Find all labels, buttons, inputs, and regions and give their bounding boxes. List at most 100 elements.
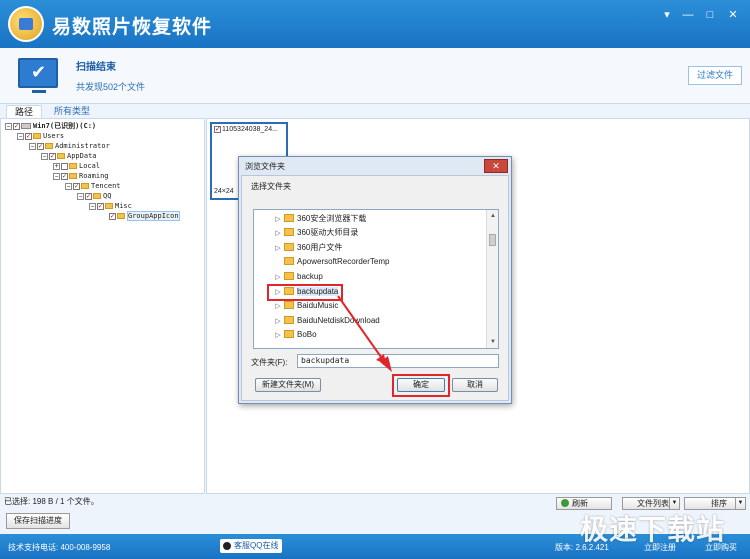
tree-item-label: QQ: [103, 192, 112, 200]
folder-item[interactable]: ▷ BaiduMusic: [274, 299, 338, 313]
support-phone: 技术支持电话: 400-008-9958: [8, 543, 111, 552]
folder-item[interactable]: ▷ backup: [274, 270, 323, 284]
collapse-icon[interactable]: −: [41, 152, 48, 160]
watermark: 极速下载站: [580, 514, 726, 545]
tree-item[interactable]: ✓ GroupAppIcon: [109, 211, 180, 221]
minimize-button[interactable]: —: [681, 8, 695, 22]
checkbox[interactable]: ✓: [61, 172, 68, 180]
expand-arrow-icon[interactable]: ▷: [274, 227, 282, 241]
dialog-close-button[interactable]: ✕: [484, 159, 508, 173]
collapse-icon[interactable]: −: [5, 122, 12, 130]
folder-icon: [284, 228, 294, 236]
tree-item-label: AppData: [67, 152, 97, 160]
collapse-icon[interactable]: −: [65, 182, 72, 190]
title-bar: 易数照片恢复软件 ▾ — □ ✕: [0, 0, 750, 48]
scroll-down-icon[interactable]: ▼: [487, 336, 498, 348]
collapse-icon[interactable]: −: [29, 142, 36, 150]
checkbox[interactable]: ✓: [49, 152, 56, 160]
tree-item[interactable]: − ✓ AppData: [41, 151, 97, 161]
collapse-icon[interactable]: −: [17, 132, 24, 140]
checkbox[interactable]: ✓: [97, 202, 104, 210]
checkbox[interactable]: ✓: [13, 122, 20, 130]
cancel-button[interactable]: 取消: [452, 378, 498, 392]
checkbox[interactable]: ✓: [37, 142, 44, 150]
folder-icon: [69, 163, 77, 169]
collapse-icon[interactable]: −: [89, 202, 96, 210]
folder-item-label: 360驱动大师目录: [297, 228, 359, 237]
tree-item[interactable]: − ✓ Win7(已识别)(C:): [5, 121, 96, 131]
expand-arrow-icon[interactable]: ▷: [274, 329, 282, 343]
folder-icon: [284, 330, 294, 338]
checkbox[interactable]: ✓: [73, 182, 80, 190]
collapse-icon[interactable]: −: [77, 192, 84, 200]
folder-icon: [57, 153, 65, 159]
folder-item[interactable]: ▷ BaiduNetdiskDownload: [274, 314, 380, 328]
file-list-label: 文件列表: [637, 499, 669, 508]
folder-name-input[interactable]: backupdata: [297, 354, 499, 368]
folder-item-label: ApowersoftRecorderTemp: [297, 257, 390, 266]
view-tabs: 路径 所有类型: [0, 104, 750, 118]
menu-dropdown-icon[interactable]: ▾: [660, 8, 674, 22]
scroll-up-icon[interactable]: ▲: [487, 210, 498, 222]
qq-support-button[interactable]: 客服QQ在线: [220, 539, 282, 553]
checkbox[interactable]: ✓: [109, 212, 116, 220]
expand-arrow-icon[interactable]: ▷: [274, 315, 282, 329]
tree-item[interactable]: − ✓ Misc: [89, 201, 132, 211]
save-scan-progress-button[interactable]: 保存扫描进度: [6, 513, 70, 529]
tree-item[interactable]: − ✓ QQ: [77, 191, 111, 201]
tree-item-label: Local: [79, 162, 101, 170]
monitor-check-icon: ✔: [18, 58, 58, 88]
maximize-button[interactable]: □: [703, 8, 717, 22]
expand-arrow-icon[interactable]: ▷: [274, 242, 282, 256]
folder-item-label: 360用户文件: [297, 243, 343, 252]
checkbox[interactable]: ✓: [25, 132, 32, 140]
folder-list[interactable]: ▷ 360安全浏览器下载 ▷ 360驱动大师目录 ▷ 360用户文件 Apowerso…: [253, 209, 499, 349]
tree-item[interactable]: − ✓ Roaming: [53, 171, 109, 181]
folder-item[interactable]: ▷ 360用户文件: [274, 241, 342, 255]
tab-path[interactable]: 路径: [6, 105, 43, 118]
thumbnail-dimensions: 24×24: [214, 188, 234, 195]
filter-files-button[interactable]: 过滤文件: [688, 66, 742, 85]
tree-item-label: Users: [43, 132, 65, 140]
expand-arrow-icon[interactable]: ▷: [274, 213, 282, 227]
checkbox[interactable]: ✓: [85, 192, 92, 200]
folder-icon: [117, 213, 125, 219]
folder-icon: [284, 214, 294, 222]
close-button[interactable]: ✕: [726, 8, 740, 22]
chevron-down-icon[interactable]: ▼: [735, 498, 745, 509]
checkbox[interactable]: ✓: [214, 126, 221, 133]
expand-arrow-icon[interactable]: ▷: [274, 300, 282, 314]
collapse-icon[interactable]: −: [53, 172, 60, 180]
folder-item[interactable]: ▷ 360驱动大师目录: [274, 226, 358, 240]
folder-icon: [284, 272, 294, 280]
folder-icon: [69, 173, 77, 179]
sort-label: 排序: [711, 499, 727, 508]
folder-item-label: BaiduNetdiskDownload: [297, 316, 380, 325]
checkbox[interactable]: [61, 162, 68, 170]
folder-icon: [93, 193, 101, 199]
folder-list-scrollbar[interactable]: ▲ ▼: [486, 210, 498, 348]
tree-item[interactable]: + Local: [53, 161, 100, 171]
scroll-thumb[interactable]: [489, 234, 496, 246]
folder-icon: [284, 243, 294, 251]
folder-icon: [284, 316, 294, 324]
tree-item-label: GroupAppIcon: [127, 211, 180, 221]
folder-item[interactable]: ▷ BoBo: [274, 328, 317, 342]
folder-item[interactable]: ▷ 360安全浏览器下载: [274, 212, 366, 226]
tree-item[interactable]: − ✓ Administrator: [29, 141, 110, 151]
folder-tree: − ✓ Win7(已识别)(C:) − ✓ Users − ✓ Administrator …: [0, 118, 205, 494]
tree-item[interactable]: − ✓ Tencent: [65, 181, 121, 191]
tree-item-label: Win7(已识别)(C:): [33, 122, 97, 130]
expand-icon[interactable]: +: [53, 162, 60, 170]
dialog-title: 浏览文件夹: [245, 162, 285, 171]
tree-item-label: Misc: [115, 202, 132, 210]
folder-icon: [284, 301, 294, 309]
expand-arrow-icon[interactable]: ▷: [274, 271, 282, 285]
refresh-label: 刷新: [572, 499, 588, 508]
tab-all-types[interactable]: 所有类型: [46, 105, 98, 118]
app-logo-icon: [8, 6, 44, 42]
tree-item[interactable]: − ✓ Users: [17, 131, 64, 141]
folder-item[interactable]: ApowersoftRecorderTemp: [274, 255, 389, 269]
new-folder-button[interactable]: 新建文件夹(M): [255, 378, 321, 392]
tree-item-label: Administrator: [55, 142, 110, 150]
